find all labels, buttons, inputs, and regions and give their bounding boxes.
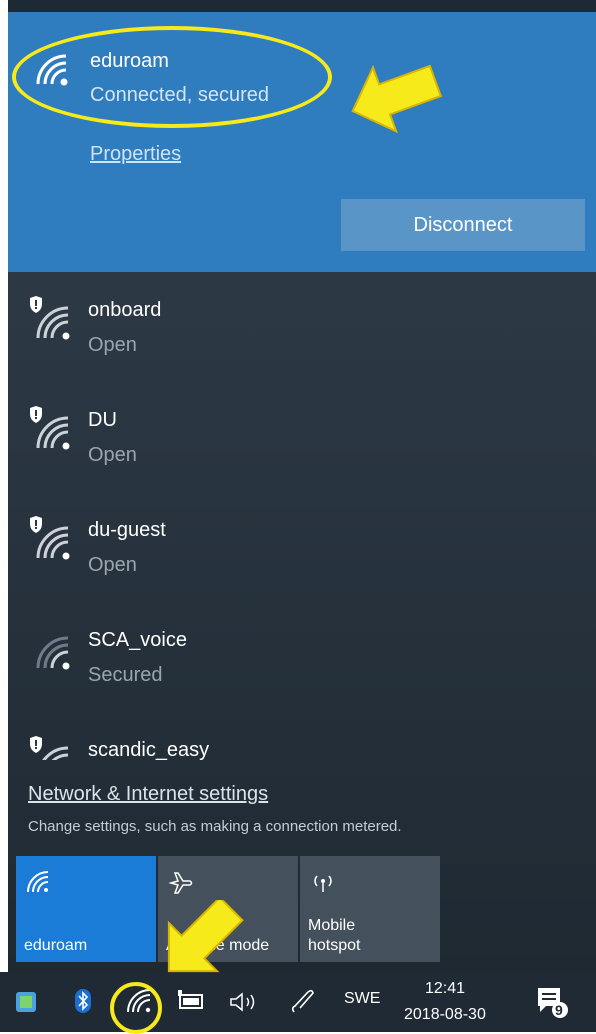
wifi-open-shield-icon [30, 516, 70, 560]
volume-icon[interactable] [228, 990, 262, 1014]
hotspot-icon [314, 875, 332, 892]
network-name: SCA_voice [88, 629, 187, 651]
network-row-sca-voice[interactable]: SCA_voice Secured [8, 614, 596, 724]
disconnect-button[interactable]: Disconnect [341, 199, 585, 251]
network-name: DU [88, 409, 117, 431]
annotation-arrow-icon [351, 64, 443, 134]
network-row-onboard[interactable]: onboard Open [8, 284, 596, 394]
annotation-circle-connected [12, 26, 332, 128]
network-name: scandic_easy [88, 739, 210, 760]
annotation-circle-wifi-tray [110, 982, 162, 1034]
mobile-hotspot-tile[interactable]: Mobile hotspot [300, 856, 440, 962]
wifi-secured-icon [36, 636, 70, 670]
network-settings-description: Change settings, such as making a connec… [28, 818, 402, 835]
network-name: onboard [88, 299, 162, 321]
network-status: Secured [88, 664, 163, 686]
wifi-open-shield-icon [30, 406, 70, 450]
network-flyout: eduroam Connected, secured Properties Di… [8, 0, 596, 972]
notification-count-badge: 9 [555, 1002, 563, 1018]
tile-label-line2: hotspot [308, 937, 361, 954]
bluetooth-icon[interactable] [74, 988, 92, 1014]
wifi-open-shield-icon [30, 296, 70, 340]
wifi-toggle-tile[interactable]: eduroam [16, 856, 156, 962]
language-indicator[interactable]: SWE [344, 990, 380, 1008]
battery-icon[interactable] [178, 990, 206, 1012]
network-name: du-guest [88, 519, 166, 541]
network-row-du-guest[interactable]: du-guest Open [8, 504, 596, 614]
network-status: Open [88, 444, 137, 466]
network-settings-link[interactable]: Network & Internet settings [28, 783, 268, 806]
wifi-icon [27, 871, 49, 893]
taskbar: SWE 12:41 2018-08-30 9 [0, 972, 596, 1032]
annotation-arrow-icon [167, 900, 244, 973]
network-row-scandic-easy[interactable]: scandic_easy [8, 724, 596, 760]
properties-link[interactable]: Properties [90, 143, 181, 166]
wifi-open-shield-icon [30, 736, 69, 760]
tile-label: Mobile hotspot [308, 916, 360, 956]
network-status: Open [88, 554, 137, 576]
tile-label: eduroam [24, 937, 88, 954]
pen-icon[interactable] [288, 986, 318, 1016]
clock-date[interactable]: 2018-08-30 [404, 1006, 486, 1024]
tile-label-line1: Mobile [308, 917, 356, 934]
app-icon[interactable] [14, 990, 38, 1014]
clock-time[interactable]: 12:41 [425, 980, 465, 998]
network-status: Open [88, 334, 137, 356]
flyout-top-strip [8, 0, 596, 12]
network-row-du[interactable]: DU Open [8, 394, 596, 504]
airplane-icon [168, 872, 193, 894]
notification-center-icon[interactable] [534, 984, 570, 1020]
